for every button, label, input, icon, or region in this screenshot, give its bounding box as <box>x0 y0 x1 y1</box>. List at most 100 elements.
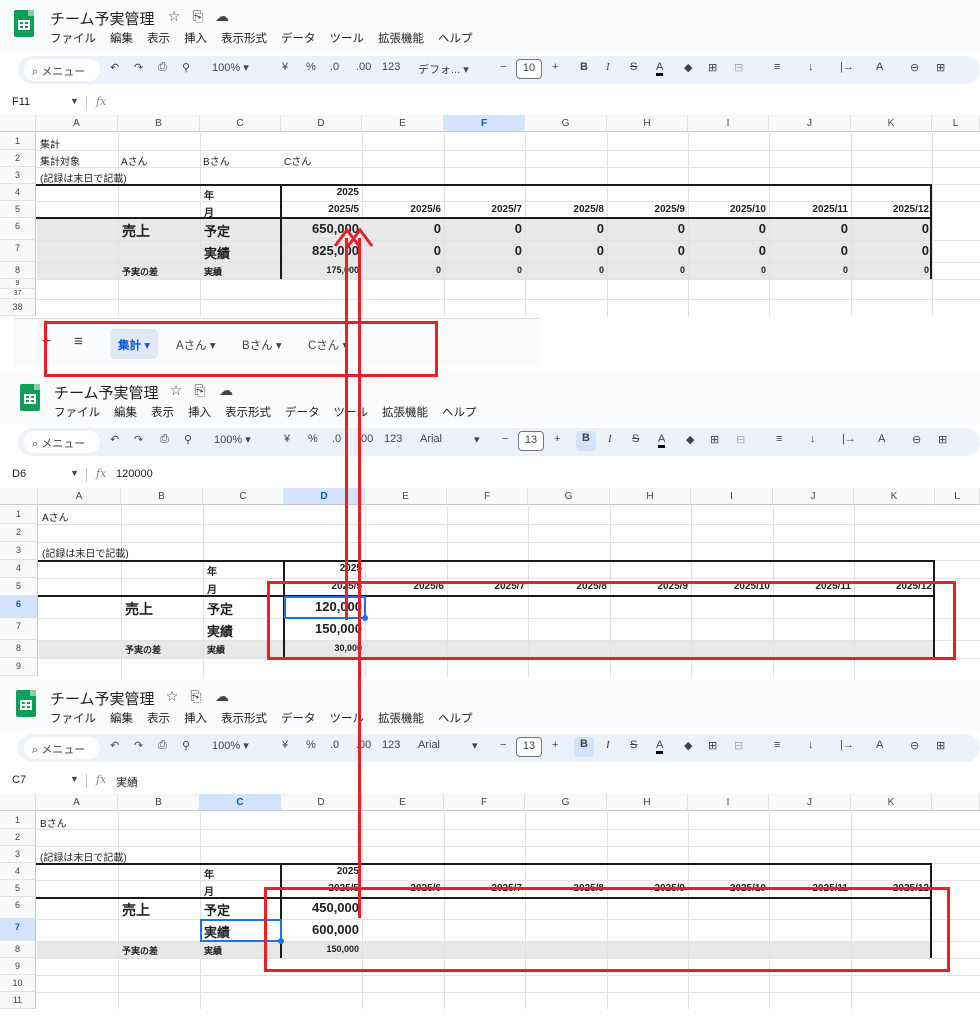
menu-data[interactable]: データ <box>281 33 316 45</box>
cell-b6-sales[interactable]: 売上 <box>122 221 150 241</box>
text-color-icon[interactable]: A <box>656 739 664 754</box>
column-header[interactable]: H <box>610 488 691 505</box>
decrease-decimal-icon[interactable]: .0 <box>330 739 339 751</box>
insert-link-icon[interactable]: ⊖ <box>910 61 919 74</box>
column-header[interactable]: H <box>607 794 688 811</box>
row-header[interactable]: 7 <box>0 618 38 640</box>
cell-c6-plan[interactable]: 予定 <box>204 221 230 240</box>
row-header[interactable]: 5 <box>0 880 36 897</box>
number-format-icon[interactable]: 123 <box>382 739 400 751</box>
row-header[interactable]: 3 <box>0 167 36 184</box>
column-header[interactable]: J <box>773 488 854 505</box>
horizontal-align-icon[interactable]: ≡ <box>774 739 780 751</box>
column-header[interactable]: E <box>365 488 447 505</box>
insert-comment-icon[interactable]: ⊞ <box>936 739 945 752</box>
column-header[interactable]: J <box>769 794 851 811</box>
text-color-icon[interactable]: A <box>658 433 666 448</box>
text-rotation-icon[interactable]: A <box>876 61 883 73</box>
text-color-icon[interactable]: A <box>656 61 664 76</box>
menu-help[interactable]: ヘルプ <box>438 713 473 725</box>
cell-b8-diff[interactable]: 予実の差 <box>122 944 158 957</box>
column-header-blank[interactable] <box>932 794 980 811</box>
cloud-status-icon[interactable]: ☁ <box>214 688 230 705</box>
row-header[interactable]: 11 <box>0 992 36 1009</box>
column-header[interactable]: B <box>118 115 200 132</box>
actual-value[interactable]: 0 <box>772 243 848 258</box>
menu-data[interactable]: データ <box>285 407 320 419</box>
cell-b6-sales[interactable]: 売上 <box>122 900 150 920</box>
row-header[interactable]: 4 <box>0 863 36 880</box>
name-box-dropdown-icon[interactable]: ▼ <box>70 468 79 478</box>
font-size-decrease-icon[interactable]: − <box>502 433 508 445</box>
cell-c4-year-label[interactable]: 年 <box>207 563 217 578</box>
menu-edit[interactable]: 編集 <box>110 713 133 725</box>
zoom-select[interactable]: 100% ▾ <box>214 433 251 446</box>
menu-extensions[interactable]: 拡張機能 <box>378 713 424 725</box>
row-header[interactable]: 9 <box>0 279 36 289</box>
row-header[interactable]: 8 <box>0 941 36 958</box>
cell-a3-note[interactable]: (記録は末日で記載) <box>42 545 129 560</box>
column-header[interactable]: F <box>447 488 528 505</box>
font-size-input[interactable]: 13 <box>518 431 544 451</box>
row-header[interactable]: 6 <box>0 596 38 618</box>
actual-value[interactable]: 0 <box>528 243 604 258</box>
menu-view[interactable]: 表示 <box>147 33 170 45</box>
actual-value[interactable]: 0 <box>447 243 522 258</box>
cell-c5-month-label[interactable]: 月 <box>204 204 214 219</box>
column-header[interactable]: I <box>688 794 769 811</box>
month-header[interactable]: 2025/6 <box>365 204 441 215</box>
cell-a3-note[interactable]: (記録は末日で記載) <box>40 170 127 185</box>
insert-link-icon[interactable]: ⊖ <box>910 739 919 752</box>
strikethrough-icon[interactable]: S <box>630 61 637 73</box>
cell-a2[interactable]: 集計対象 <box>40 153 80 168</box>
menu-file[interactable]: ファイル <box>50 33 96 45</box>
star-icon[interactable]: ☆ <box>164 688 180 705</box>
sheets-logo-icon[interactable] <box>20 384 40 411</box>
currency-icon[interactable]: ¥ <box>284 433 290 445</box>
diff-value[interactable]: 0 <box>691 265 766 275</box>
merge-cells-icon[interactable]: ⊟ <box>736 433 745 446</box>
column-header[interactable]: K <box>851 115 932 132</box>
column-header[interactable]: K <box>854 488 935 505</box>
cell-d4-year[interactable]: 2025 <box>284 866 359 877</box>
cell-a1-person[interactable]: Aさん <box>42 509 69 524</box>
cell-b8-diff[interactable]: 予実の差 <box>122 265 158 278</box>
column-header[interactable]: C <box>200 794 281 811</box>
column-header[interactable]: J <box>769 115 851 132</box>
column-header[interactable]: F <box>444 115 525 132</box>
month-header[interactable]: 2025/12 <box>854 204 929 215</box>
cell-c8[interactable]: 実績 <box>204 944 222 957</box>
cloud-status-icon[interactable]: ☁ <box>214 8 230 25</box>
cell-b6-sales[interactable]: 売上 <box>125 599 153 619</box>
font-size-input[interactable]: 10 <box>516 59 542 79</box>
menu-view[interactable]: 表示 <box>151 407 174 419</box>
cell-c6-plan[interactable]: 予定 <box>204 900 230 919</box>
cell-c7-actual[interactable]: 実績 <box>207 621 233 640</box>
menu-help[interactable]: ヘルプ <box>442 407 477 419</box>
bold-icon[interactable]: B <box>576 431 596 451</box>
menu-format[interactable]: 表示形式 <box>221 713 267 725</box>
month-header[interactable]: 2025/5 <box>284 204 359 215</box>
fill-color-icon[interactable]: ◆ <box>686 433 694 446</box>
row-header[interactable]: 5 <box>0 201 36 218</box>
column-header[interactable]: K <box>851 794 932 811</box>
sheet-grid[interactable]: A B C D E F G H I J K L 1 2 3 4 5 6 7 8 … <box>0 115 980 320</box>
column-header[interactable]: G <box>525 115 607 132</box>
horizontal-align-icon[interactable]: ≡ <box>774 61 780 73</box>
column-header[interactable]: B <box>118 794 200 811</box>
sheets-logo-icon[interactable] <box>14 10 34 37</box>
menu-insert[interactable]: 挿入 <box>188 407 211 419</box>
borders-icon[interactable]: ⊞ <box>710 433 719 446</box>
diff-value[interactable]: 0 <box>854 265 929 275</box>
merge-cells-icon[interactable]: ⊟ <box>734 739 743 752</box>
font-size-increase-icon[interactable]: + <box>552 739 558 751</box>
column-header[interactable]: A <box>36 115 118 132</box>
cell-a1-title[interactable]: 集計 <box>40 136 60 151</box>
menu-search[interactable]: ⌕ メニュー <box>24 737 100 759</box>
row-header[interactable]: 9 <box>0 958 36 975</box>
diff-value[interactable]: 0 <box>365 265 441 275</box>
select-all-corner[interactable] <box>0 794 36 811</box>
text-wrap-icon[interactable]: |→ <box>840 61 854 73</box>
formula-input[interactable]: 実績 <box>116 774 138 790</box>
font-size-decrease-icon[interactable]: − <box>500 739 506 751</box>
